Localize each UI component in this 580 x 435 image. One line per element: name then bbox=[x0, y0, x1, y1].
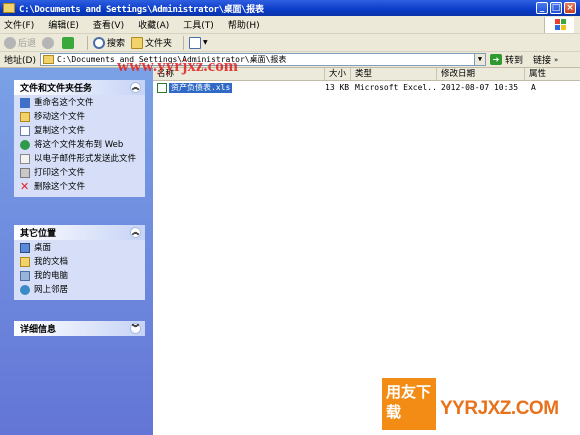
task-pane: 文件和文件夹任务 ︽ 重命名这个文件 移动这个文件 复制这个文件 将这个文件发布… bbox=[0, 68, 153, 435]
printer-icon bbox=[20, 168, 30, 178]
column-type[interactable]: 类型 bbox=[351, 68, 437, 80]
forward-arrow-icon bbox=[42, 36, 55, 49]
toolbar-divider bbox=[183, 35, 185, 50]
folder-icon bbox=[42, 55, 54, 64]
views-button[interactable]: ▼ bbox=[189, 36, 208, 49]
place-my-computer[interactable]: 我的电脑 bbox=[20, 271, 141, 281]
task-print[interactable]: 打印这个文件 bbox=[20, 168, 141, 178]
other-places-panel: 其它位置 ︽ 桌面 我的文档 我的电脑 网上邻居 bbox=[14, 225, 145, 300]
place-desktop[interactable]: 桌面 bbox=[20, 243, 141, 253]
toolbar: 后退 搜索 文件夹 ▼ bbox=[0, 34, 580, 52]
folder-icon bbox=[131, 36, 144, 49]
task-move[interactable]: 移动这个文件 bbox=[20, 112, 141, 122]
other-places-header[interactable]: 其它位置 ︽ bbox=[14, 225, 145, 240]
details-header[interactable]: 详细信息 ︾ bbox=[14, 321, 145, 336]
search-icon bbox=[93, 36, 106, 49]
chevron-down-icon: ▼ bbox=[203, 39, 208, 46]
move-icon bbox=[20, 112, 30, 122]
menu-favorites[interactable]: 收藏(A) bbox=[138, 18, 169, 31]
watermark-badge: 用友下载 bbox=[382, 378, 436, 430]
search-button[interactable]: 搜索 bbox=[93, 36, 125, 49]
task-rename[interactable]: 重命名这个文件 bbox=[20, 98, 141, 108]
task-copy[interactable]: 复制这个文件 bbox=[20, 126, 141, 136]
folder-icon bbox=[3, 3, 15, 13]
back-arrow-icon bbox=[4, 36, 16, 49]
title-bar[interactable]: C:\Documents and Settings\Administrator\… bbox=[0, 0, 580, 16]
file-name-cell: 资产负债表.xls bbox=[153, 82, 325, 94]
minimize-button[interactable]: _ bbox=[536, 2, 548, 14]
links-button[interactable]: 链接 bbox=[533, 53, 551, 66]
task-email[interactable]: 以电子邮件形式发送此文件 bbox=[20, 154, 141, 164]
delete-icon: ✕ bbox=[20, 180, 30, 193]
go-arrow-icon: ➔ bbox=[489, 54, 502, 65]
file-modified-cell: 2012-08-07 10:35 bbox=[441, 83, 519, 92]
toolbar-divider bbox=[87, 35, 89, 50]
chevron-down-icon[interactable]: ▼ bbox=[473, 54, 485, 65]
collapse-icon[interactable]: ︽ bbox=[130, 227, 141, 238]
menu-tools[interactable]: 工具(T) bbox=[183, 18, 214, 31]
address-input[interactable]: C:\Documents and Settings\Administrator\… bbox=[39, 53, 486, 66]
column-size[interactable]: 大小 bbox=[325, 68, 351, 80]
file-tasks-header[interactable]: 文件和文件夹任务 ︽ bbox=[14, 80, 145, 95]
file-size-cell: 13 KB bbox=[325, 83, 350, 92]
menu-bar: 文件(F) 编辑(E) 查看(V) 收藏(A) 工具(T) 帮助(H) bbox=[0, 16, 580, 34]
column-modified[interactable]: 修改日期 bbox=[437, 68, 525, 80]
collapse-icon[interactable]: ︽ bbox=[130, 82, 141, 93]
up-arrow-icon bbox=[62, 36, 75, 49]
watermark-site-top: www.yyrjxz.com bbox=[117, 56, 238, 75]
folders-button[interactable]: 文件夹 bbox=[131, 36, 172, 49]
address-bar: 地址(D) C:\Documents and Settings\Administ… bbox=[0, 52, 580, 68]
menu-edit[interactable]: 编辑(E) bbox=[48, 18, 79, 31]
rename-icon bbox=[20, 98, 30, 108]
table-row[interactable]: 资产负债表.xls 13 KB Microsoft Excel... 2012-… bbox=[153, 82, 580, 94]
go-button[interactable]: ➔ 转到 bbox=[489, 53, 523, 66]
email-icon bbox=[20, 154, 30, 164]
back-button[interactable]: 后退 bbox=[4, 36, 36, 49]
chevron-right-icon[interactable]: » bbox=[554, 56, 558, 64]
computer-icon bbox=[20, 271, 30, 281]
documents-icon bbox=[20, 257, 30, 267]
watermark-site-bottom: YYRJXZ.COM bbox=[440, 398, 559, 419]
window-title: C:\Documents and Settings\Administrator\… bbox=[19, 4, 264, 15]
file-list[interactable]: 名称 大小 类型 修改日期 属性 资产负债表.xls 13 KB Microso… bbox=[153, 68, 580, 435]
menu-help[interactable]: 帮助(H) bbox=[228, 18, 260, 31]
details-panel: 详细信息 ︾ bbox=[14, 321, 145, 336]
expand-icon[interactable]: ︾ bbox=[130, 323, 141, 334]
file-attributes-cell: A bbox=[531, 83, 536, 92]
menu-file[interactable]: 文件(F) bbox=[4, 18, 34, 31]
file-tasks-panel: 文件和文件夹任务 ︽ 重命名这个文件 移动这个文件 复制这个文件 将这个文件发布… bbox=[14, 80, 145, 197]
excel-file-icon bbox=[157, 83, 167, 93]
network-icon bbox=[20, 285, 30, 295]
place-my-documents[interactable]: 我的文档 bbox=[20, 257, 141, 267]
column-attributes[interactable]: 属性 bbox=[525, 68, 580, 80]
close-button[interactable]: × bbox=[564, 2, 576, 14]
globe-icon bbox=[20, 140, 30, 150]
address-label: 地址(D) bbox=[4, 56, 36, 66]
menu-view[interactable]: 查看(V) bbox=[93, 18, 124, 31]
task-publish-web[interactable]: 将这个文件发布到 Web bbox=[20, 140, 141, 150]
maximize-button[interactable]: □ bbox=[550, 2, 562, 14]
file-type-cell: Microsoft Excel... bbox=[355, 83, 437, 92]
forward-button[interactable] bbox=[42, 36, 56, 49]
windows-logo-icon bbox=[544, 17, 574, 33]
task-delete[interactable]: ✕ 删除这个文件 bbox=[20, 180, 141, 193]
copy-icon bbox=[20, 126, 30, 136]
place-network[interactable]: 网上邻居 bbox=[20, 285, 141, 295]
desktop-icon bbox=[20, 243, 30, 253]
up-folder-button[interactable] bbox=[62, 36, 76, 49]
views-grid-icon bbox=[189, 36, 202, 49]
